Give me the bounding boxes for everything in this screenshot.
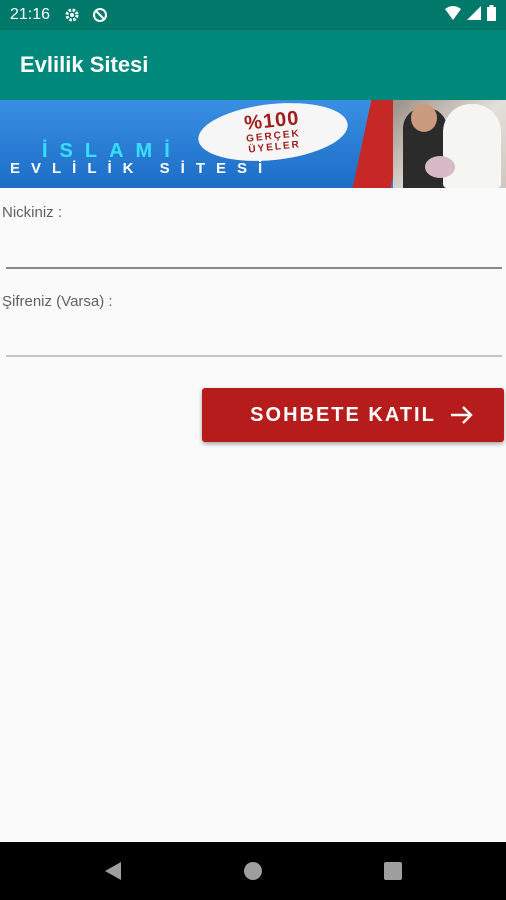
battery-icon bbox=[487, 4, 496, 26]
banner-title-site: EVLİLİK SİTESİ bbox=[10, 160, 274, 177]
nick-input[interactable] bbox=[6, 267, 502, 269]
status-time: 21:16 bbox=[10, 6, 51, 23]
join-chat-button[interactable]: SOHBETE KATIL bbox=[202, 388, 504, 442]
status-bar: 21:16 bbox=[0, 0, 506, 30]
gear-icon bbox=[64, 7, 80, 23]
wifi-icon bbox=[445, 5, 461, 25]
app-bar: Evlilik Sitesi bbox=[0, 30, 506, 100]
couple-photo bbox=[393, 100, 506, 188]
password-label: Şifreniz (Varsa) : bbox=[2, 293, 113, 310]
join-button-label: SOHBETE KATIL bbox=[250, 403, 436, 426]
home-icon[interactable] bbox=[238, 856, 268, 886]
back-icon[interactable] bbox=[98, 856, 128, 886]
nick-label: Nickiniz : bbox=[2, 204, 63, 221]
navigation-bar bbox=[0, 842, 506, 900]
arrow-right-icon bbox=[450, 406, 474, 424]
recents-icon[interactable] bbox=[378, 856, 408, 886]
app-title: Evlilik Sitesi bbox=[20, 52, 149, 77]
signal-icon bbox=[467, 5, 481, 25]
password-input[interactable] bbox=[6, 355, 502, 357]
banner-ad[interactable]: %100 GERÇEK ÜYELER İSLAMİ EVLİLİK SİTESİ bbox=[0, 100, 506, 188]
do-not-disturb-icon bbox=[92, 7, 108, 23]
